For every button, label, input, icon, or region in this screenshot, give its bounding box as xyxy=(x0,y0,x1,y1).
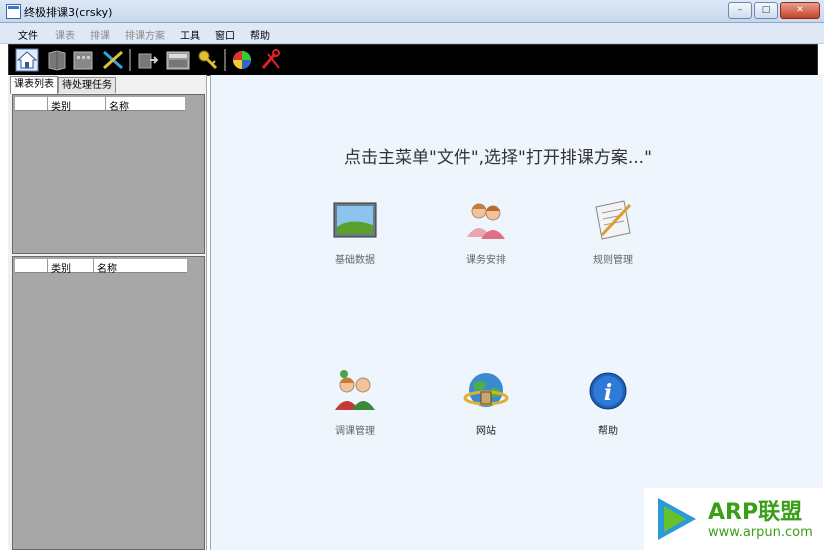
left-panel: 课表列表 待处理任务 类别 名称 类别 名称 xyxy=(8,75,207,550)
watermark-url: www.arpun.com xyxy=(708,525,813,540)
play-logo-icon xyxy=(658,498,696,540)
window-title: 终极排课3(crsky) xyxy=(24,6,113,19)
column-separator xyxy=(93,259,94,272)
people-icon xyxy=(467,203,505,239)
tab-timetable-list[interactable]: 课表列表 xyxy=(10,76,58,94)
cross-arrows-icon[interactable] xyxy=(101,48,125,72)
watermark-brand: ARP联盟 xyxy=(708,500,803,525)
column-separator xyxy=(105,97,106,110)
home-icon[interactable] xyxy=(15,48,39,72)
timetable-grid[interactable]: 类别 名称 xyxy=(12,94,205,254)
grid-header: 类别 名称 xyxy=(15,259,187,275)
globe-icon xyxy=(463,373,509,407)
menu-file[interactable]: 文件 xyxy=(18,27,38,42)
book-icon[interactable] xyxy=(45,48,69,72)
calculator-icon[interactable] xyxy=(166,48,190,72)
landscape-picture-icon xyxy=(333,202,377,238)
info-icon: i xyxy=(589,372,627,410)
column-separator xyxy=(47,259,48,272)
toolbar-separator xyxy=(224,49,226,71)
feature-basic-data[interactable]: 基础数据 xyxy=(310,197,400,266)
feature-label: 调课管理 xyxy=(335,426,375,437)
open-scheme-hint: 点击主菜单"文件",选择"打开排课方案..." xyxy=(344,148,652,168)
keys-icon[interactable] xyxy=(196,48,220,72)
close-button[interactable]: ✕ xyxy=(780,2,820,19)
main-panel: 点击主菜单"文件",选择"打开排课方案..." 基础数据 课务安排 规则管理 调… xyxy=(210,75,823,550)
couple-swap-icon xyxy=(335,370,375,410)
feature-website[interactable]: 网站 xyxy=(441,368,531,437)
menu-scheme[interactable]: 排课方案 xyxy=(125,27,165,42)
feature-label: 基础数据 xyxy=(335,255,375,266)
feature-label: 网站 xyxy=(476,426,496,437)
maximize-button[interactable]: □ xyxy=(754,2,778,19)
column-header-name[interactable]: 名称 xyxy=(109,98,129,113)
arp-watermark-logo: ARP联盟 www.arpun.com xyxy=(644,488,824,550)
menu-tools[interactable]: 工具 xyxy=(180,27,200,42)
menu-timetable[interactable]: 课表 xyxy=(55,27,75,42)
export-icon[interactable] xyxy=(136,48,160,72)
feature-rule-management[interactable]: 规则管理 xyxy=(568,197,658,266)
window-controls: – □ ✕ xyxy=(728,2,820,19)
feature-label: 课务安排 xyxy=(466,255,506,266)
feature-course-arrangement[interactable]: 课务安排 xyxy=(441,197,531,266)
column-header-name[interactable]: 名称 xyxy=(97,260,117,275)
task-grid[interactable]: 类别 名称 xyxy=(12,256,205,550)
menu-scheduling[interactable]: 排课 xyxy=(90,27,110,42)
column-separator xyxy=(47,97,48,110)
app-icon xyxy=(6,4,21,19)
globe-icon[interactable] xyxy=(230,48,254,72)
toolbar-separator xyxy=(129,49,131,71)
title-bar: 终极排课3(crsky) – □ ✕ xyxy=(0,0,824,23)
minimize-button[interactable]: – xyxy=(728,2,752,19)
menu-window[interactable]: 窗口 xyxy=(215,27,235,42)
svg-text:i: i xyxy=(604,380,612,406)
notepad-pencil-icon xyxy=(595,200,632,240)
schedule-icon[interactable] xyxy=(71,48,95,72)
feature-class-adjustment[interactable]: 调课管理 xyxy=(310,368,400,437)
feature-label: 帮助 xyxy=(598,426,618,437)
toolbar xyxy=(8,44,818,76)
column-header-category[interactable]: 类别 xyxy=(51,98,71,113)
feature-help[interactable]: i 帮助 xyxy=(563,368,653,437)
menu-bar: 文件 课表 排课 排课方案 工具 窗口 帮助 xyxy=(0,23,824,44)
tools-icon[interactable] xyxy=(259,48,283,72)
tab-pending-tasks[interactable]: 待处理任务 xyxy=(58,77,116,93)
grid-header: 类别 名称 xyxy=(15,97,185,113)
column-header-category[interactable]: 类别 xyxy=(51,260,71,275)
menu-help[interactable]: 帮助 xyxy=(250,27,270,42)
feature-label: 规则管理 xyxy=(593,255,633,266)
